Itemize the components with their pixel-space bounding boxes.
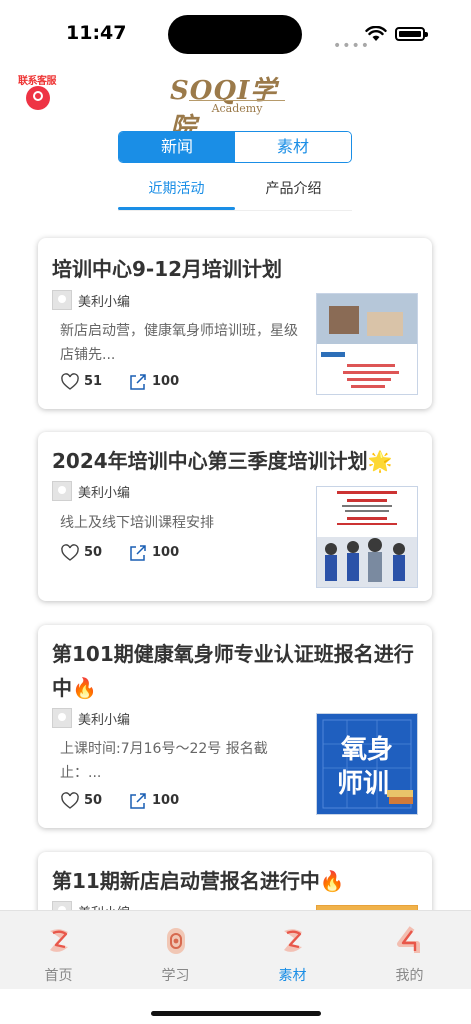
- status-bar: 11:47 ••••: [0, 0, 471, 66]
- author-name: 美利小编: [78, 486, 131, 501]
- nav-profile-label: 我的: [395, 968, 424, 984]
- nav-study[interactable]: 学习: [117, 911, 234, 989]
- share-count: 100: [152, 374, 180, 389]
- sub-tab-bar: 近期活动 产品介绍: [118, 170, 352, 211]
- heart-icon: [61, 373, 79, 390]
- article-stats: 51 100: [60, 372, 220, 394]
- nav-study-label: 学习: [161, 968, 190, 984]
- heart-icon: [61, 792, 79, 809]
- article-thumbnail: [316, 293, 418, 395]
- article-title: 培训中心9-12月培训计划: [52, 257, 283, 281]
- article-card[interactable]: 2024年培训中心第三季度培训计划🌟 美利小编 线上及线下培训课程安排 50 1…: [38, 432, 432, 601]
- home-indicator: [151, 1011, 321, 1016]
- segment-news[interactable]: 新闻: [119, 132, 235, 162]
- wifi-icon: [365, 26, 387, 41]
- study-icon: [167, 928, 185, 954]
- active-tab-indicator: [118, 207, 235, 210]
- tab-product-intro[interactable]: 产品介绍: [235, 178, 352, 198]
- avatar: [52, 708, 72, 728]
- home-icon: [50, 929, 68, 952]
- nav-profile[interactable]: 我的: [351, 911, 468, 989]
- nav-home-label: 首页: [44, 968, 73, 984]
- share-icon: [130, 545, 146, 561]
- article-card[interactable]: 培训中心9-12月培训计划 美利小编 新店启动营，健康氧身师培训班，星级店铺先.…: [38, 238, 432, 409]
- battery-icon: [395, 27, 428, 41]
- headset-icon: [26, 86, 50, 110]
- nav-materials[interactable]: 素材: [234, 911, 351, 989]
- article-card[interactable]: 第101期健康氧身师专业认证班报名进行中🔥 美利小编 上课时间:7月16号～22…: [38, 625, 432, 828]
- nav-materials-label: 素材: [278, 968, 307, 984]
- soqi-academy-logo: SOQI学院 Academy: [170, 70, 304, 143]
- svg-text:师训: 师训: [337, 769, 389, 799]
- customer-service-button[interactable]: 联系客服: [18, 72, 58, 112]
- article-stats: 50 100: [60, 543, 220, 565]
- article-title: 第101期健康氧身师专业认证班报名进行中🔥: [52, 642, 414, 700]
- article-title: 第11期新店启动营报名进行中🔥: [52, 869, 345, 893]
- author-name: 美利小编: [78, 295, 131, 310]
- thumbnail-text: 氧身: [340, 734, 393, 765]
- share-count: 100: [152, 545, 180, 560]
- article-title: 2024年培训中心第三季度培训计划🌟: [52, 449, 393, 473]
- status-time: 11:47: [66, 22, 127, 44]
- avatar: [52, 290, 72, 310]
- article-summary: 线上及线下培训课程安排: [60, 515, 214, 531]
- avatar: [52, 481, 72, 501]
- dynamic-island: [168, 15, 302, 54]
- like-count: 50: [84, 545, 103, 560]
- article-thumbnail: 氧身 师训: [316, 713, 418, 815]
- article-thumbnail: [316, 486, 418, 588]
- article-summary: 上课时间:7月16号～22号 报名截止：...: [60, 741, 268, 781]
- tab-recent-events[interactable]: 近期活动: [118, 178, 235, 198]
- customer-service-label: 联系客服: [18, 72, 57, 87]
- profile-icon: [397, 926, 420, 953]
- nav-home[interactable]: 首页: [0, 911, 117, 989]
- segmented-control: 新闻 素材: [118, 131, 352, 163]
- article-summary: 新店启动营，健康氧身师培训班，星级店铺先...: [60, 323, 298, 363]
- article-stats: 50 100: [60, 791, 220, 813]
- share-icon: [130, 793, 146, 809]
- bottom-tab-bar: 首页 学习 素材 我的: [0, 910, 471, 989]
- author-name: 美利小编: [78, 713, 131, 728]
- heart-icon: [61, 544, 79, 561]
- segment-materials[interactable]: 素材: [235, 132, 351, 162]
- share-count: 100: [152, 793, 180, 808]
- like-count: 51: [84, 374, 103, 389]
- share-icon: [130, 374, 146, 390]
- like-count: 50: [84, 793, 103, 808]
- materials-icon: [284, 929, 302, 952]
- logo-sub-text: Academy: [189, 100, 285, 115]
